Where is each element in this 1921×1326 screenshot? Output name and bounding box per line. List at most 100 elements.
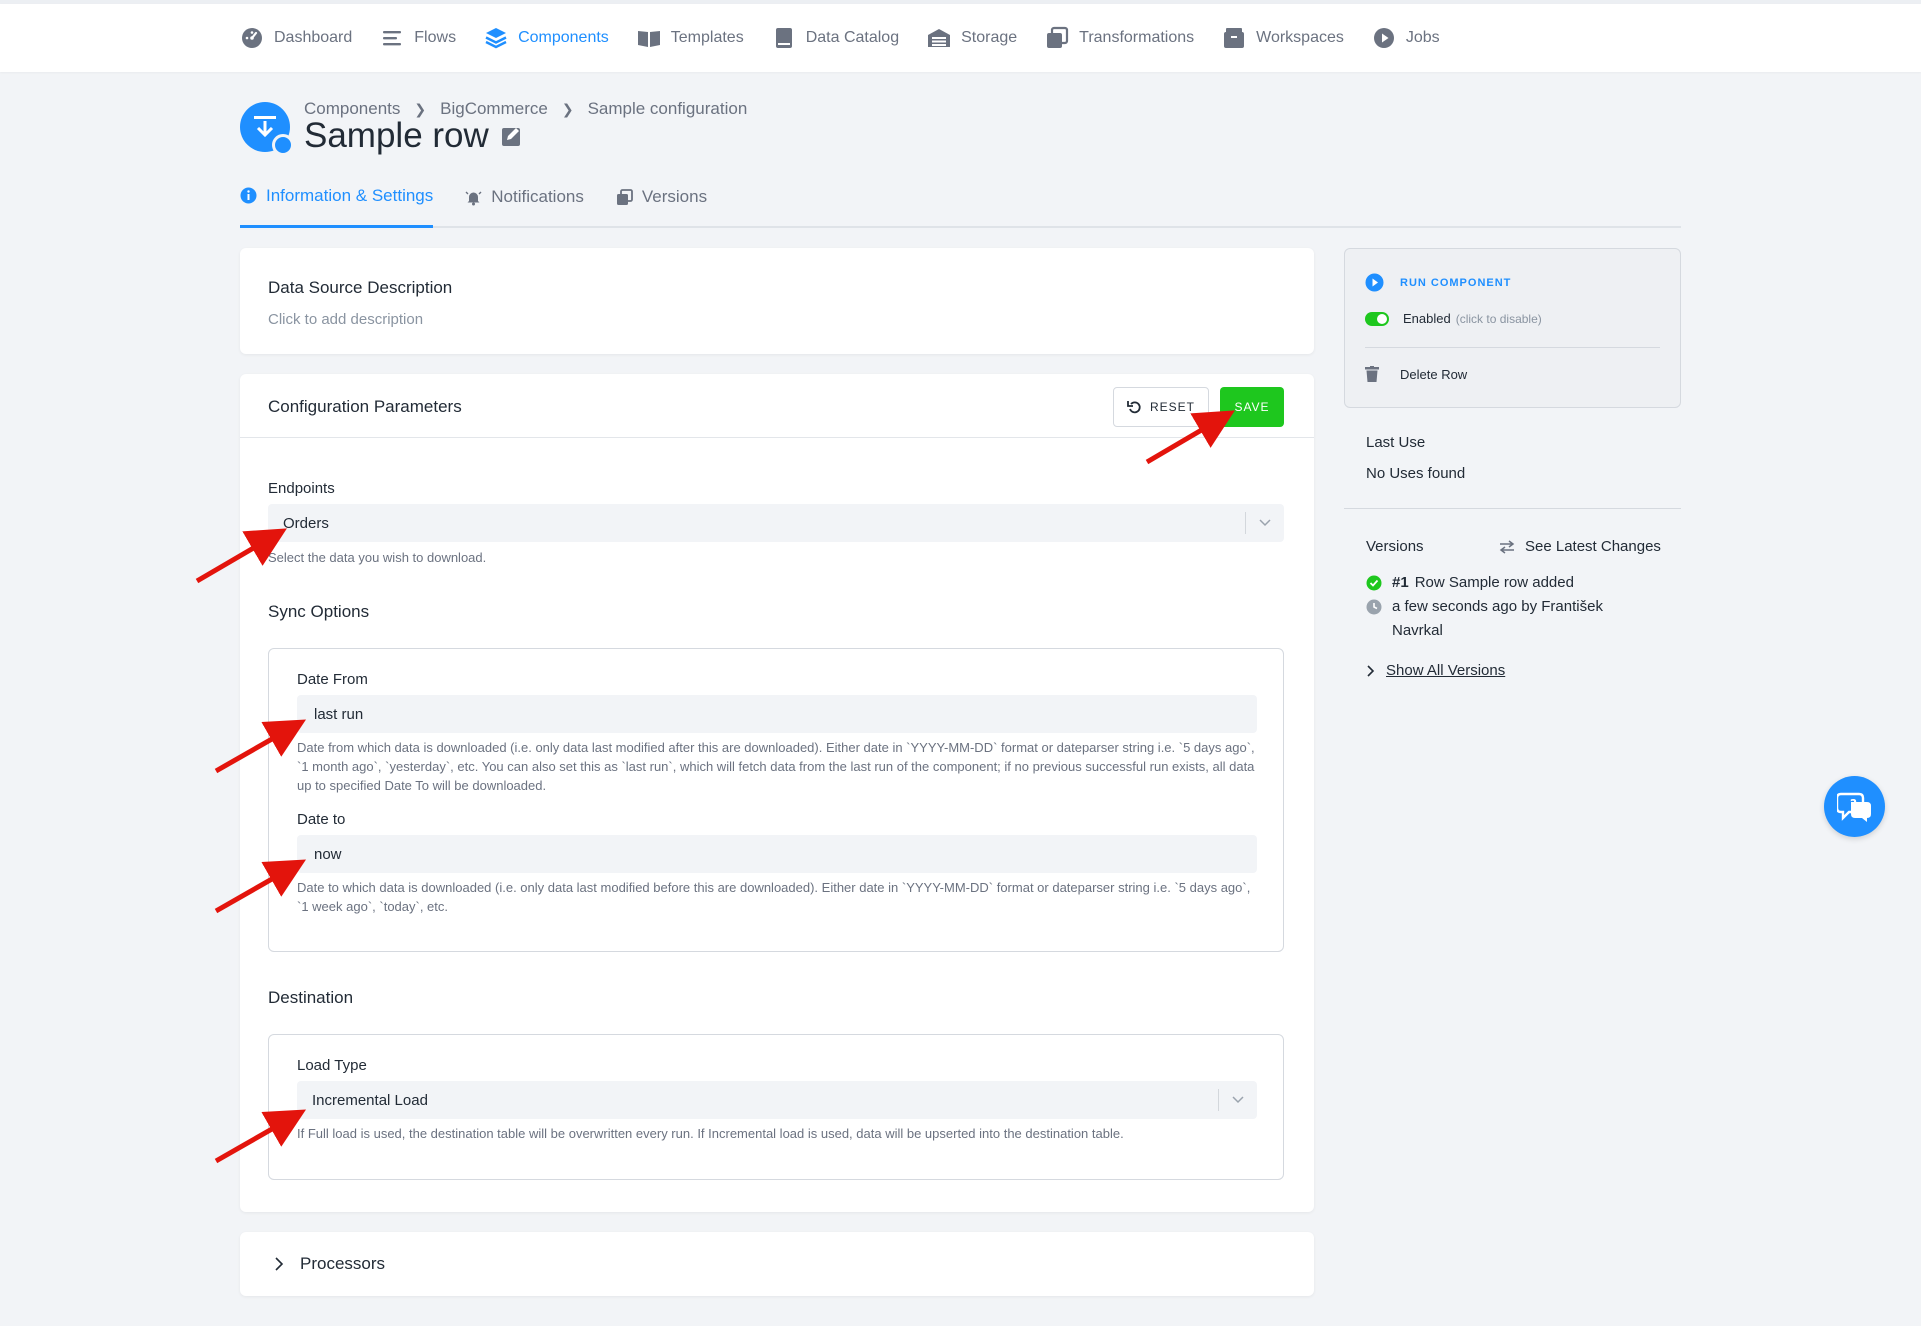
nav-transformations[interactable]: Transformations — [1045, 26, 1194, 50]
toggle-switch-icon — [1365, 311, 1389, 326]
nav-templates[interactable]: Templates — [637, 26, 744, 50]
box-icon — [1224, 28, 1245, 48]
nav-workspaces[interactable]: Workspaces — [1222, 26, 1344, 50]
play-circle-icon — [1373, 28, 1394, 48]
chevron-down-icon — [1219, 1096, 1257, 1104]
divider — [1344, 508, 1681, 509]
version-time-line-2: Navrkal — [1392, 622, 1443, 639]
endpoints-label: Endpoints — [268, 480, 335, 497]
nav-label: Data Catalog — [805, 29, 900, 46]
nav-jobs[interactable]: Jobs — [1372, 26, 1440, 50]
input-value: now — [314, 845, 342, 863]
endpoints-select[interactable]: Orders — [268, 504, 1284, 542]
divider — [1365, 347, 1660, 348]
enabled-label: Enabled — [1403, 311, 1451, 326]
trash-icon — [1365, 366, 1379, 382]
chevron-down-icon — [1246, 519, 1284, 527]
bell-icon — [465, 191, 482, 205]
play-circle-icon — [1365, 273, 1384, 292]
nav-label: Templates — [670, 29, 744, 46]
version-number: #1 — [1392, 574, 1409, 591]
load-type-label: Load Type — [297, 1057, 367, 1074]
nav-label: Workspaces — [1256, 29, 1344, 46]
date-to-help: Date to which data is downloaded (i.e. o… — [297, 880, 1251, 914]
dashboard-icon — [242, 28, 262, 48]
support-chat-button[interactable]: ? — [1824, 776, 1885, 837]
undo-icon — [1127, 400, 1141, 413]
nav-label: Jobs — [1405, 29, 1440, 46]
warehouse-icon — [928, 29, 951, 47]
breadcrumb-item[interactable]: Sample configuration — [588, 99, 748, 119]
nav-components[interactable]: Components — [484, 26, 609, 50]
load-type-select[interactable]: Incremental Load — [297, 1081, 1257, 1119]
configuration-parameters-card: Configuration Parameters RESET SAVE Endp… — [240, 374, 1314, 1212]
chevron-right-icon: ❯ — [414, 100, 427, 117]
tab-information-settings[interactable]: Information & Settings — [240, 180, 434, 228]
components-icon — [485, 28, 507, 49]
enabled-toggle[interactable]: Enabled (click to disable) — [1365, 311, 1542, 326]
show-all-versions-link[interactable]: Show All Versions — [1366, 662, 1505, 679]
nav-storage[interactable]: Storage — [927, 26, 1017, 50]
swap-icon — [1499, 539, 1515, 554]
chevron-right-icon — [275, 1257, 284, 1271]
run-component-label: RUN COMPONENT — [1400, 276, 1512, 289]
sync-options-box: Date From last run Date from which data … — [268, 648, 1284, 952]
tab-label: Versions — [641, 187, 708, 206]
last-use-value: No Uses found — [1366, 465, 1466, 482]
card-title: Configuration Parameters — [268, 397, 462, 416]
nav-data-catalog[interactable]: Data Catalog — [772, 26, 899, 50]
save-button[interactable]: SAVE — [1220, 387, 1284, 427]
delete-row-label: Delete Row — [1400, 366, 1468, 382]
chat-question-icon: ? — [1836, 792, 1871, 822]
see-latest-changes-link[interactable]: See Latest Changes — [1499, 538, 1661, 555]
tab-notifications[interactable]: Notifications — [465, 180, 584, 228]
flows-icon — [383, 31, 402, 46]
add-description-link[interactable]: Click to add description — [268, 311, 423, 328]
reset-button[interactable]: RESET — [1113, 387, 1209, 427]
edit-icon[interactable] — [501, 125, 523, 147]
show-all-versions-label: Show All Versions — [1386, 662, 1506, 679]
version-time: a few seconds ago by František — [1366, 598, 1603, 615]
top-navigation: Dashboard Flows Components Templates Dat… — [0, 4, 1921, 72]
date-from-label: Date From — [297, 671, 368, 688]
version-entry: #1 Row Sample row added — [1366, 574, 1574, 591]
date-to-input[interactable]: now — [297, 835, 1257, 873]
component-logo — [240, 102, 294, 156]
last-use-title: Last Use — [1366, 434, 1426, 451]
page-title: Sample row — [304, 116, 523, 156]
date-from-help: Date from which data is downloaded (i.e.… — [297, 740, 1255, 793]
load-type-help: If Full load is used, the destination ta… — [297, 1126, 1124, 1141]
destination-title: Destination — [268, 988, 354, 1007]
select-value: Orders — [283, 514, 329, 532]
delete-row-button[interactable]: Delete Row — [1365, 366, 1467, 382]
processors-label: Processors — [300, 1254, 386, 1273]
sync-options-title: Sync Options — [268, 602, 370, 621]
endpoints-help: Select the data you wish to download. — [268, 550, 487, 565]
book-open-icon — [637, 31, 660, 47]
book-icon — [775, 28, 792, 48]
processors-card[interactable]: Processors — [240, 1232, 1314, 1296]
select-value: Incremental Load — [312, 1091, 428, 1109]
tab-bar: Information & Settings Notifications Ver… — [240, 180, 1681, 228]
page-title-text: Sample row — [304, 116, 489, 155]
check-circle-icon — [1366, 575, 1382, 590]
tab-label: Information & Settings — [266, 185, 434, 205]
nav-dashboard[interactable]: Dashboard — [240, 26, 352, 50]
chevron-right-icon — [1367, 664, 1375, 677]
tab-versions[interactable]: Versions — [616, 180, 707, 228]
version-description: Row Sample row added — [1414, 574, 1574, 591]
processors-toggle[interactable]: Processors — [272, 1254, 385, 1274]
nav-label: Dashboard — [274, 29, 353, 46]
run-component-button[interactable]: RUN COMPONENT — [1365, 273, 1511, 292]
versions-title: Versions — [1366, 538, 1424, 555]
svg-text:?: ? — [1850, 797, 1857, 811]
input-value: last run — [314, 705, 364, 723]
card-title: Data Source Description — [268, 278, 453, 297]
destination-box: Load Type Incremental Load If Full load … — [268, 1034, 1284, 1180]
chevron-right-icon: ❯ — [561, 100, 574, 117]
nav-flows[interactable]: Flows — [380, 26, 456, 50]
date-from-input[interactable]: last run — [297, 695, 1257, 733]
nav-label: Storage — [961, 29, 1018, 46]
component-type-badge — [272, 134, 294, 156]
copy-icon — [1047, 26, 1069, 48]
